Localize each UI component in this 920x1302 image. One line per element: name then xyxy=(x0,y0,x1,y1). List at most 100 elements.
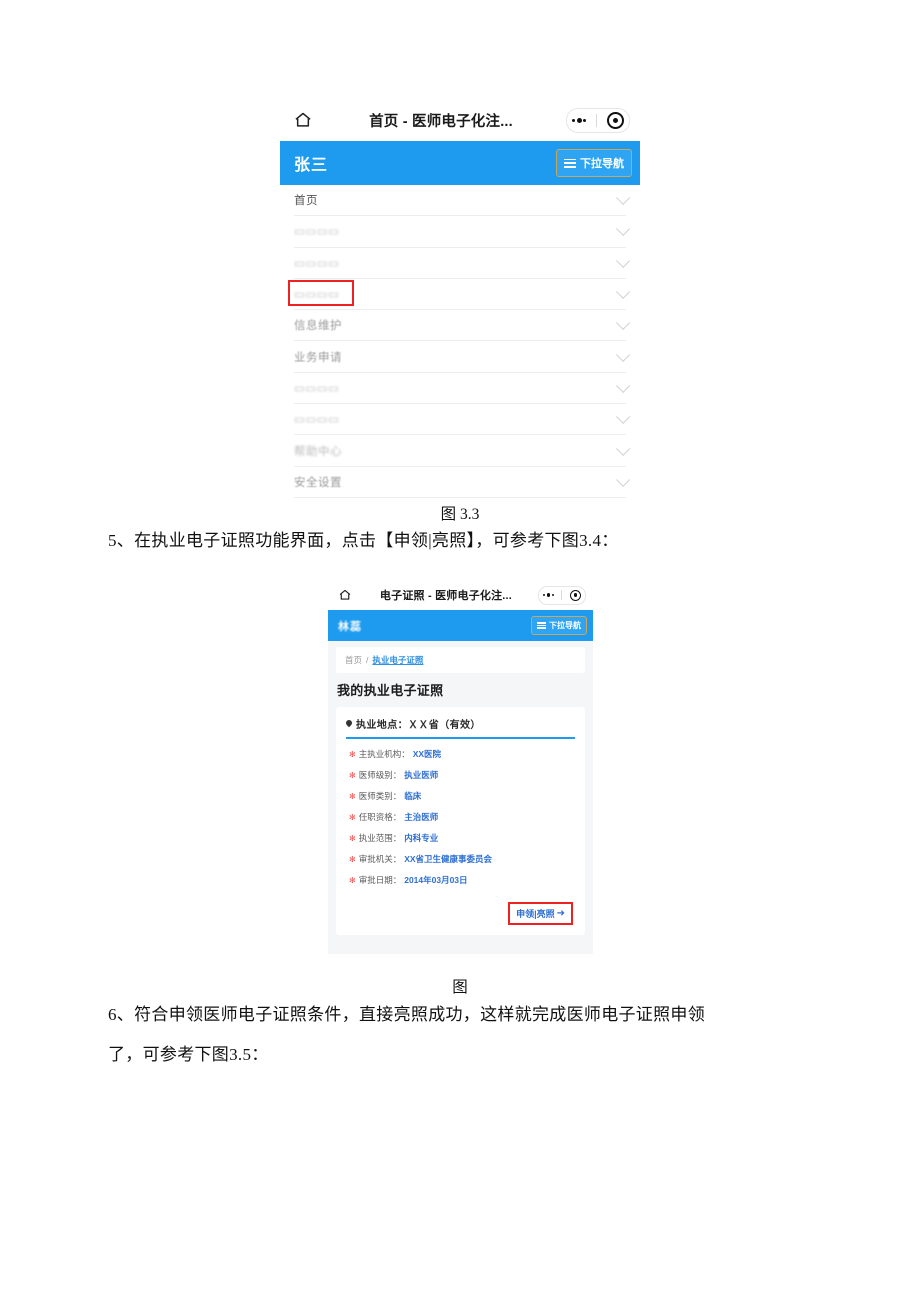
page-body: 首页 / 执业电子证照 我的执业电子证照 执业地点：ＸＸ省（有效） ✻ 主执业机… xyxy=(328,641,593,954)
menu-item-0[interactable]: 首页 xyxy=(294,185,631,217)
detail-value: 临床 xyxy=(404,791,422,801)
menu-item-label: ▭▭▭▭ xyxy=(294,289,340,302)
home-icon[interactable] xyxy=(290,107,316,133)
dropdown-nav-button[interactable]: 下拉导航 xyxy=(556,149,632,177)
dropdown-nav-label: 下拉导航 xyxy=(549,621,581,630)
detail-value: 2014年03月03日 xyxy=(404,875,468,885)
asterisk-icon: ✻ xyxy=(349,876,356,885)
target-circle-icon[interactable] xyxy=(607,111,624,129)
red-highlight-box: 申领|亮照 ➜ xyxy=(508,902,573,925)
figure-3-3-screenshot: 首页 - 医师电子化注... 张三 下拉导航 首页 ▭▭▭▭ ▭▭▭▭ ▭▭▭▭ xyxy=(280,99,640,498)
menu-item-3-highlighted[interactable]: ▭▭▭▭ xyxy=(288,279,631,311)
menu-item-label: 首页 xyxy=(294,195,318,208)
dropdown-nav-label: 下拉导航 xyxy=(580,158,624,170)
paragraph-step-5: 5、在执业电子证照功能界面，点击【申领|亮照】，可参考下图3.4： xyxy=(108,531,619,550)
phone-top-bar: 电子证照 - 医师电子化注... xyxy=(328,580,593,610)
asterisk-icon: ✻ xyxy=(349,834,356,843)
home-icon[interactable] xyxy=(335,586,354,605)
detail-label: 医师类别： xyxy=(358,791,402,801)
detail-label: 审批日期： xyxy=(358,875,402,885)
menu-item-1[interactable]: ▭▭▭▭ xyxy=(294,216,631,248)
menu-item-5[interactable]: 业务申请 xyxy=(294,341,631,373)
detail-row-institution: ✻ 主执业机构： XX医院 xyxy=(346,748,575,760)
detail-row-qualification: ✻ 任职资格： 主治医师 xyxy=(346,811,575,823)
claim-action-area: 申领|亮照 ➜ xyxy=(346,902,575,925)
arrow-right-icon: ➜ xyxy=(556,908,565,919)
app-header-bar: 林蕊 下拉导航 xyxy=(328,610,593,641)
chevron-down-icon xyxy=(616,347,631,362)
figure-3-4-caption: 图 xyxy=(452,979,468,996)
capsule-divider xyxy=(561,590,563,600)
target-circle-icon[interactable] xyxy=(570,589,582,601)
breadcrumb-root[interactable]: 首页 xyxy=(345,654,362,666)
page-title: 电子证照 - 医师电子化注... xyxy=(379,590,513,602)
chevron-down-icon xyxy=(616,378,631,393)
chevron-down-icon xyxy=(616,472,631,487)
menu-item-label: 信息维护 xyxy=(294,320,342,333)
dropdown-nav-button[interactable]: 下拉导航 xyxy=(531,616,587,635)
menu-item-label: ▭▭▭▭ xyxy=(294,414,340,427)
breadcrumb-current[interactable]: 执业电子证照 xyxy=(372,654,423,666)
menu-item-label: 安全设置 xyxy=(294,476,342,489)
detail-row-approval-date: ✻ 审批日期： 2014年03月03日 xyxy=(346,874,575,886)
menu-item-7[interactable]: ▭▭▭▭ xyxy=(294,404,631,436)
menu-item-9[interactable]: 安全设置 xyxy=(294,467,631,498)
detail-label: 任职资格： xyxy=(358,812,402,822)
breadcrumb: 首页 / 执业电子证照 xyxy=(336,647,585,673)
chevron-down-icon xyxy=(616,410,631,425)
detail-label: 执业范围： xyxy=(358,833,402,843)
capsule-divider xyxy=(596,113,597,127)
detail-label: 主执业机构： xyxy=(358,749,410,759)
menu-item-6[interactable]: ▭▭▭▭ xyxy=(294,373,631,405)
page-heading: 我的执业电子证照 xyxy=(337,683,444,698)
menu-item-label: 帮助中心 xyxy=(294,445,342,458)
menu-item-4[interactable]: 信息维护 xyxy=(294,310,631,342)
menu-item-label: 业务申请 xyxy=(294,351,342,364)
breadcrumb-separator: / xyxy=(366,655,369,665)
chevron-down-icon xyxy=(616,284,631,299)
detail-value: 执业医师 xyxy=(404,770,439,780)
practice-location-row: 执业地点：ＸＸ省（有效） xyxy=(346,716,575,737)
claim-certificate-link[interactable]: 申领|亮照 xyxy=(516,907,555,920)
username-label: 林蕊 xyxy=(338,620,362,633)
menu-item-label: ▭▭▭▭ xyxy=(294,257,340,270)
menu-item-2[interactable]: ▭▭▭▭ xyxy=(294,248,631,279)
paragraph-step-6-line-2: 了，可参考下图3.5： xyxy=(108,1045,269,1064)
more-dots-icon[interactable] xyxy=(542,593,554,597)
asterisk-icon: ✻ xyxy=(349,813,356,822)
miniprogram-capsule[interactable] xyxy=(538,585,586,605)
detail-label: 审批机关： xyxy=(358,854,402,864)
phone-top-bar: 首页 - 医师电子化注... xyxy=(280,99,640,141)
menu-item-8[interactable]: 帮助中心 xyxy=(294,435,631,467)
paragraph-step-6-line-1: 6、符合申领医师电子证照条件，直接亮照成功，这样就完成医师电子证照申领 xyxy=(108,1005,705,1024)
hamburger-icon xyxy=(537,622,546,629)
detail-value: XX省卫生健康事委员会 xyxy=(404,854,493,864)
more-dots-icon[interactable] xyxy=(572,117,586,123)
username-label: 张三 xyxy=(294,157,329,174)
figure-3-4-screenshot: 电子证照 - 医师电子化注... 林蕊 下拉导航 首页 / 执业电子证照 我的执… xyxy=(328,580,593,955)
chevron-down-icon xyxy=(616,190,631,206)
detail-value: XX医院 xyxy=(412,749,442,759)
certificate-card: 执业地点：ＸＸ省（有效） ✻ 主执业机构： XX医院 ✻ 医师级别： 执业医师 … xyxy=(336,707,585,935)
asterisk-icon: ✻ xyxy=(349,792,356,801)
asterisk-icon: ✻ xyxy=(349,750,356,759)
chevron-down-icon xyxy=(616,222,631,237)
card-divider xyxy=(346,737,575,739)
page-title: 首页 - 医师电子化注... xyxy=(369,113,513,130)
miniprogram-capsule[interactable] xyxy=(566,107,630,133)
asterisk-icon: ✻ xyxy=(349,855,356,864)
detail-row-doctor-level: ✻ 医师级别： 执业医师 xyxy=(346,769,575,781)
asterisk-icon: ✻ xyxy=(349,771,356,780)
detail-row-practice-scope: ✻ 执业范围： 内科专业 xyxy=(346,832,575,844)
detail-value: 主治医师 xyxy=(404,812,439,822)
detail-label: 医师级别： xyxy=(358,770,402,780)
app-header-bar: 张三 下拉导航 xyxy=(280,141,640,185)
practice-location-text: 执业地点：ＸＸ省（有效） xyxy=(356,720,481,731)
menu-item-label: ▭▭▭▭ xyxy=(294,382,340,395)
figure-3-3-caption: 图 3.3 xyxy=(440,506,480,523)
sidebar-menu-list: 首页 ▭▭▭▭ ▭▭▭▭ ▭▭▭▭ 信息维护 业务申请 ▭▭▭▭ ▭▭▭▭ 帮助… xyxy=(280,185,640,498)
menu-item-label: ▭▭▭▭ xyxy=(294,226,340,239)
location-pin-icon xyxy=(346,720,353,727)
detail-value: 内科专业 xyxy=(404,833,439,843)
detail-row-approval-authority: ✻ 审批机关： XX省卫生健康事委员会 xyxy=(346,853,575,865)
